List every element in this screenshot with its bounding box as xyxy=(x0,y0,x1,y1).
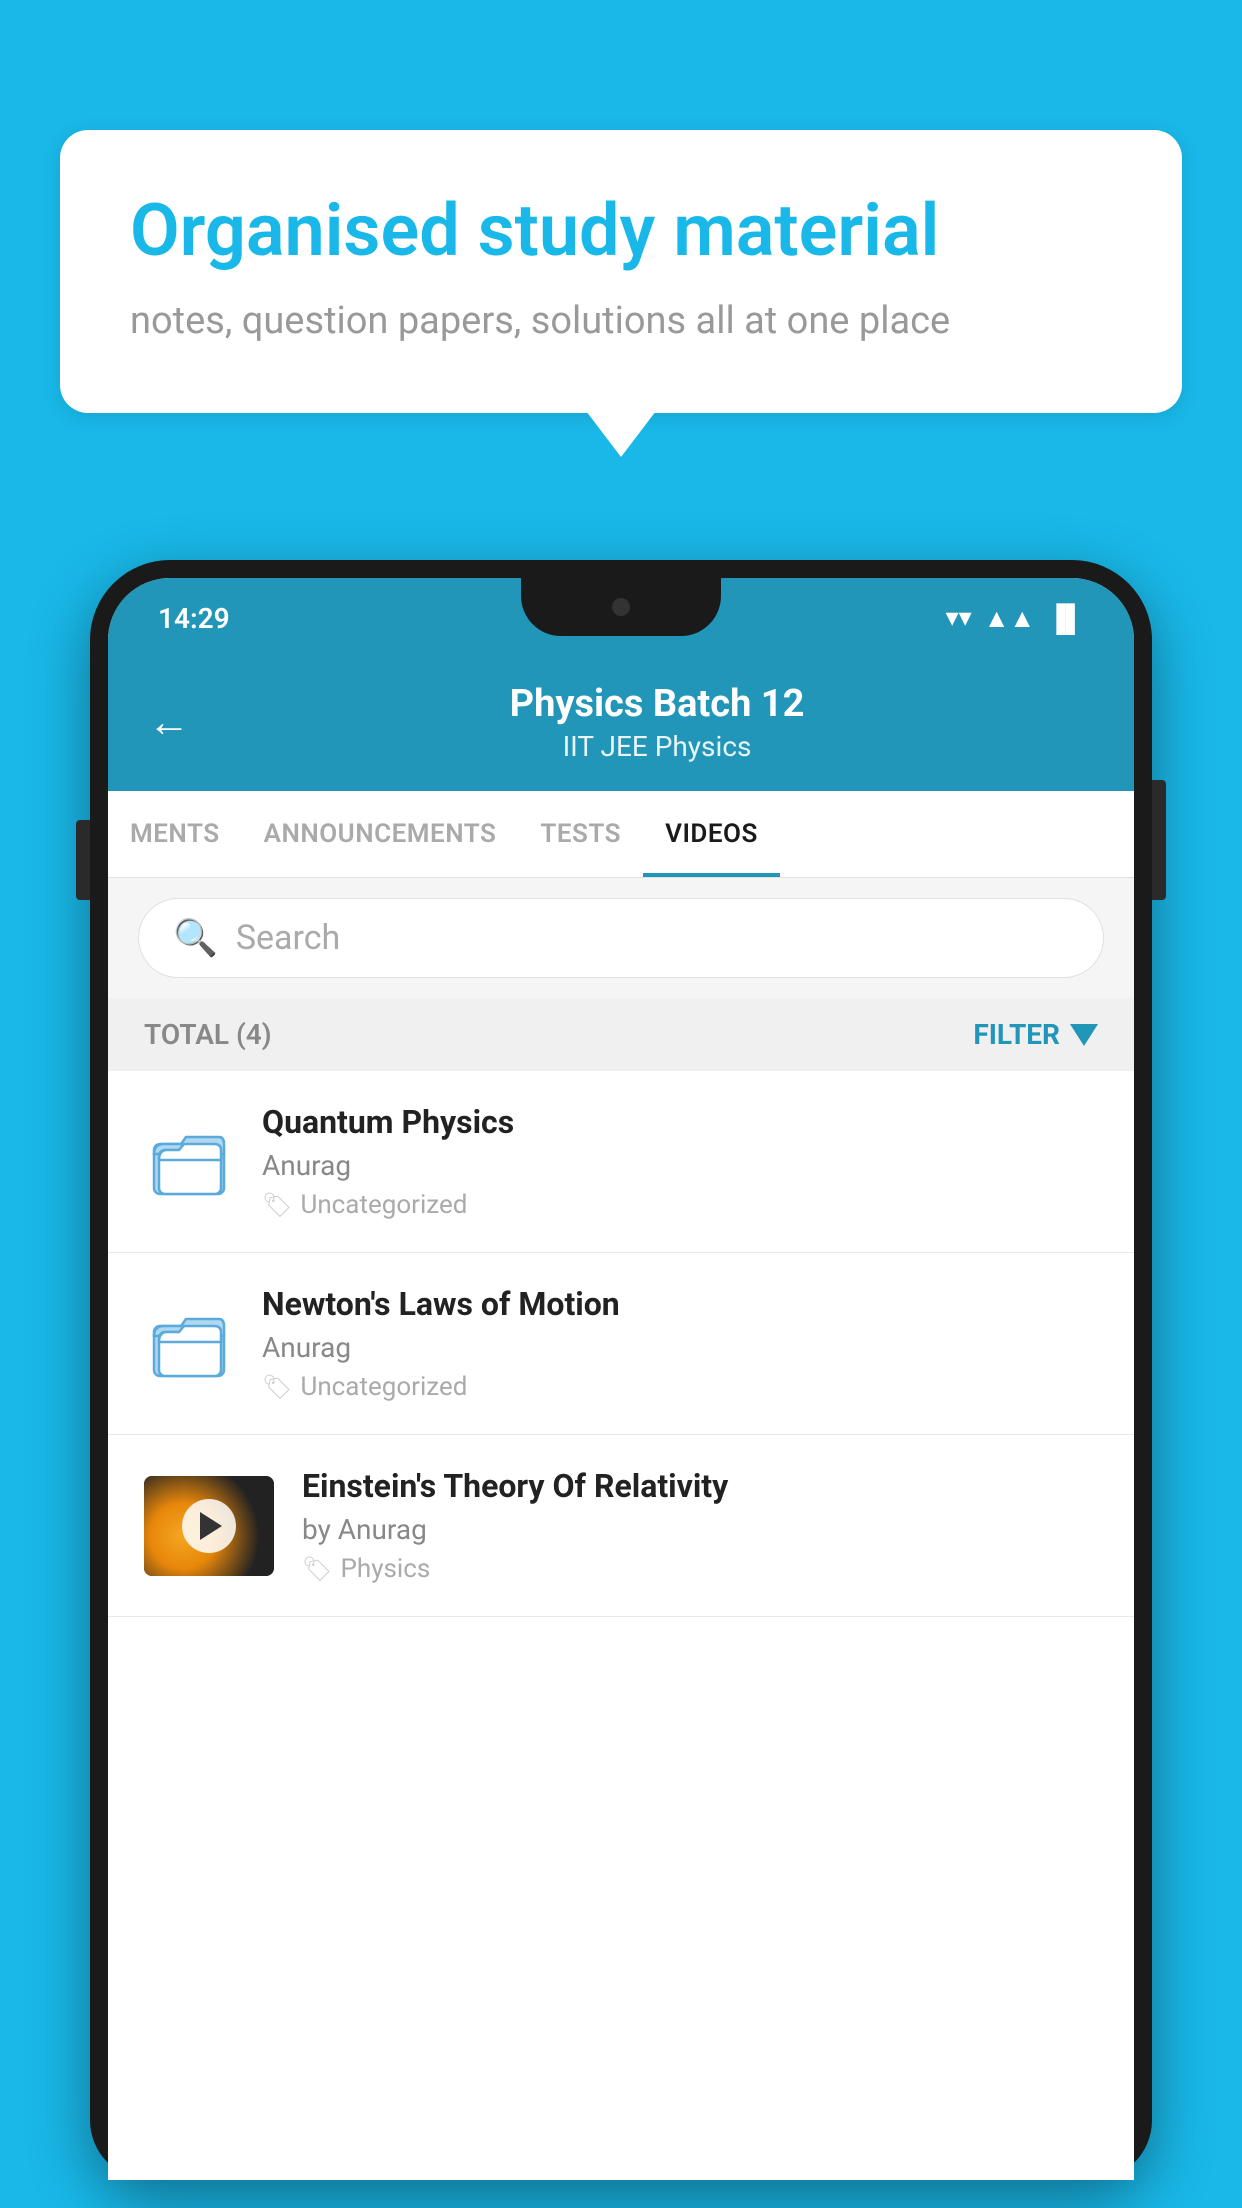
status-bar: 14:29 ▾▾ ▲▲ ▐▌ xyxy=(108,578,1134,658)
list-item[interactable]: Einstein's Theory Of Relativity by Anura… xyxy=(108,1435,1134,1617)
video-tag: 🏷 Physics xyxy=(302,1554,1098,1584)
video-author: Anurag xyxy=(262,1149,1098,1182)
notch xyxy=(521,578,721,636)
folder-icon xyxy=(144,1299,234,1389)
status-time: 14:29 xyxy=(158,602,230,635)
video-author: Anurag xyxy=(262,1331,1098,1364)
tag-label: Physics xyxy=(340,1554,430,1584)
video-info: Einstein's Theory Of Relativity by Anura… xyxy=(302,1467,1098,1584)
header-title-group: Physics Batch 12 IIT JEE Physics xyxy=(220,682,1094,763)
tab-ments[interactable]: MENTS xyxy=(108,791,242,877)
wifi-icon: ▾▾ xyxy=(946,603,972,633)
signal-icon: ▲▲ xyxy=(984,603,1035,634)
speech-bubble: Organised study material notes, question… xyxy=(60,130,1182,413)
video-title: Newton's Laws of Motion xyxy=(262,1285,1098,1323)
promo-subtitle: notes, question papers, solutions all at… xyxy=(130,299,1112,343)
list-item[interactable]: Quantum Physics Anurag 🏷 Uncategorized xyxy=(108,1071,1134,1253)
battery-icon: ▐▌ xyxy=(1047,603,1084,634)
tabs-bar: MENTS ANNOUNCEMENTS TESTS VIDEOS xyxy=(108,791,1134,878)
play-icon xyxy=(200,1512,222,1540)
filter-triangle-icon xyxy=(1070,1024,1098,1046)
tab-tests[interactable]: TESTS xyxy=(518,791,643,877)
video-info: Quantum Physics Anurag 🏷 Uncategorized xyxy=(262,1103,1098,1220)
filter-bar: TOTAL (4) FILTER xyxy=(108,998,1134,1071)
video-thumbnail xyxy=(144,1476,274,1576)
tab-videos[interactable]: VIDEOS xyxy=(643,791,780,877)
total-count: TOTAL (4) xyxy=(144,1018,272,1051)
play-button[interactable] xyxy=(182,1499,236,1553)
search-placeholder: Search xyxy=(236,918,340,958)
status-icons: ▾▾ ▲▲ ▐▌ xyxy=(946,603,1084,634)
tag-icon: 🏷 xyxy=(302,1555,332,1583)
phone-screen: 14:29 ▾▾ ▲▲ ▐▌ ← Physics Batch 12 IIT JE… xyxy=(108,578,1134,2180)
phone-container: 14:29 ▾▾ ▲▲ ▐▌ ← Physics Batch 12 IIT JE… xyxy=(90,560,1152,2208)
filter-label: FILTER xyxy=(973,1018,1060,1051)
filter-button[interactable]: FILTER xyxy=(973,1018,1098,1051)
video-author: by Anurag xyxy=(302,1513,1098,1546)
camera-dot xyxy=(612,598,630,616)
promo-section: Organised study material notes, question… xyxy=(60,130,1182,413)
video-tag: 🏷 Uncategorized xyxy=(262,1190,1098,1220)
header-subtitle: IIT JEE Physics xyxy=(220,730,1094,763)
video-title: Quantum Physics xyxy=(262,1103,1098,1141)
search-box[interactable]: 🔍 Search xyxy=(138,898,1104,978)
tag-icon: 🏷 xyxy=(262,1373,292,1401)
video-title: Einstein's Theory Of Relativity xyxy=(302,1467,1098,1505)
folder-icon xyxy=(144,1117,234,1207)
search-icon: 🔍 xyxy=(173,917,218,959)
back-button[interactable]: ← xyxy=(148,702,190,744)
tag-label: Uncategorized xyxy=(300,1372,467,1402)
video-tag: 🏷 Uncategorized xyxy=(262,1372,1098,1402)
tag-icon: 🏷 xyxy=(262,1191,292,1219)
header-title: Physics Batch 12 xyxy=(220,682,1094,726)
search-container: 🔍 Search xyxy=(108,878,1134,998)
promo-title: Organised study material xyxy=(130,190,1112,273)
video-list: Quantum Physics Anurag 🏷 Uncategorized xyxy=(108,1071,1134,1617)
app-header: ← Physics Batch 12 IIT JEE Physics xyxy=(108,658,1134,791)
list-item[interactable]: Newton's Laws of Motion Anurag 🏷 Uncateg… xyxy=(108,1253,1134,1435)
tag-label: Uncategorized xyxy=(300,1190,467,1220)
video-info: Newton's Laws of Motion Anurag 🏷 Uncateg… xyxy=(262,1285,1098,1402)
phone-outer: 14:29 ▾▾ ▲▲ ▐▌ ← Physics Batch 12 IIT JE… xyxy=(90,560,1152,2180)
tab-announcements[interactable]: ANNOUNCEMENTS xyxy=(242,791,519,877)
